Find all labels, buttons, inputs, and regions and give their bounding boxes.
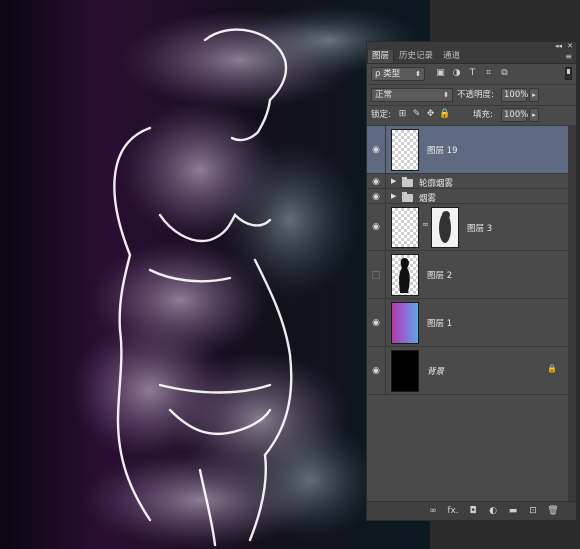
- layer-thumbnail: [391, 350, 419, 392]
- layer-name[interactable]: 图层 3: [467, 222, 492, 234]
- new-layer-icon[interactable]: ⊡: [527, 505, 539, 517]
- link-icon[interactable]: ∞: [422, 220, 429, 230]
- fill-label: 填充:: [473, 110, 493, 120]
- filter-type-select[interactable]: ρ 类型 ⬍: [371, 67, 425, 81]
- layer-mask-thumbnail[interactable]: [431, 207, 459, 248]
- layer-thumbnail: [391, 207, 419, 248]
- layer-row-2[interactable]: 图层 2: [367, 251, 568, 299]
- link-layers-icon[interactable]: ∞: [427, 505, 439, 517]
- eye-icon[interactable]: ◉: [370, 317, 382, 329]
- filter-toggle-switch[interactable]: [565, 67, 572, 80]
- layer-name[interactable]: 轮廓烟雾: [419, 177, 453, 189]
- panel-bottom-toolbar: ∞ fx. ◘ ◐ ▬ ⊡ 🗑: [367, 501, 576, 520]
- trash-icon[interactable]: 🗑: [547, 505, 559, 517]
- tab-history[interactable]: 历史记录: [395, 50, 437, 63]
- lock-position-icon[interactable]: ✥: [425, 109, 436, 120]
- adjustment-layer-icon[interactable]: ◐: [487, 505, 499, 517]
- figure-silhouette-shape: [399, 258, 410, 293]
- lock-row: 锁定: ⊞ ✎ ✥ 🔒 填充: 100% ▸: [367, 105, 576, 125]
- eye-icon[interactable]: ◉: [370, 221, 382, 233]
- smart-object-filter-icon[interactable]: ⧉: [499, 68, 510, 79]
- new-group-icon[interactable]: ▬: [507, 505, 519, 517]
- eye-icon[interactable]: ◉: [370, 144, 382, 156]
- layer-group-outline-smoke[interactable]: ◉ ▶ 轮廓烟雾: [367, 174, 568, 189]
- layer-group-smoke[interactable]: ◉ ▶ 烟雾: [367, 189, 568, 204]
- blend-row: 正常 ⬍ 不透明度: 100% ▸: [367, 85, 576, 105]
- folder-icon: [402, 177, 413, 187]
- layer-row-background[interactable]: ◉ 背景 🔒: [367, 347, 568, 395]
- eye-icon[interactable]: ◉: [370, 365, 382, 377]
- layer-thumbnail: [391, 254, 419, 296]
- lock-icon: 🔒: [547, 364, 557, 373]
- chevron-updown-icon: ⬍: [415, 70, 421, 78]
- filter-row: ρ 类型 ⬍ ▣ ◑ T ⌗ ⧉: [367, 64, 576, 84]
- lock-transparent-icon[interactable]: ⊞: [397, 109, 408, 120]
- add-mask-icon[interactable]: ◘: [467, 505, 479, 517]
- expand-arrow-icon[interactable]: ▶: [391, 177, 396, 185]
- eye-icon[interactable]: ◉: [370, 176, 382, 188]
- folder-icon: [402, 192, 413, 202]
- opacity-slider-button[interactable]: ▸: [529, 88, 539, 102]
- eye-icon[interactable]: ◉: [370, 191, 382, 203]
- lock-label: 锁定:: [371, 110, 391, 120]
- opacity-field[interactable]: 100%: [501, 88, 528, 102]
- blend-mode-select[interactable]: 正常 ⬍: [371, 88, 453, 102]
- expand-arrow-icon[interactable]: ▶: [391, 192, 396, 200]
- shape-filter-icon[interactable]: ⌗: [483, 68, 494, 79]
- layer-name[interactable]: 图层 1: [427, 317, 452, 329]
- fill-field[interactable]: 100%: [501, 108, 528, 122]
- collapse-panel-icon[interactable]: ◂◂: [555, 42, 562, 50]
- lock-image-icon[interactable]: ✎: [411, 109, 422, 120]
- fx-icon[interactable]: fx.: [447, 505, 459, 517]
- type-filter-icon[interactable]: T: [467, 68, 478, 79]
- panel-tabs: 图层 历史记录 通道 ≡: [367, 50, 576, 64]
- layer-thumbnail: [391, 302, 419, 344]
- figure-mask-shape: [439, 211, 451, 243]
- opacity-label: 不透明度:: [457, 90, 494, 100]
- lock-all-icon[interactable]: 🔒: [439, 109, 450, 120]
- fill-slider-button[interactable]: ▸: [529, 108, 539, 122]
- layer-name[interactable]: 图层 2: [427, 269, 452, 281]
- panel-title-bar[interactable]: ◂◂ ✕: [367, 42, 576, 50]
- layer-row-19[interactable]: ◉ 图层 19: [367, 126, 568, 174]
- visibility-empty-box[interactable]: [372, 271, 380, 279]
- chevron-updown-icon: ⬍: [443, 91, 449, 99]
- blend-mode-value: 正常: [375, 90, 393, 100]
- image-filter-icon[interactable]: ▣: [435, 68, 446, 79]
- layer-name[interactable]: 烟雾: [419, 192, 436, 204]
- adjustment-filter-icon[interactable]: ◑: [451, 68, 462, 79]
- close-panel-icon[interactable]: ✕: [567, 42, 573, 50]
- panel-menu-icon[interactable]: ≡: [565, 52, 572, 61]
- filter-type-label: ρ 类型: [375, 69, 401, 79]
- layer-name[interactable]: 图层 19: [427, 144, 458, 156]
- layer-thumbnail: [391, 129, 419, 171]
- layers-panel: ◂◂ ✕ 图层 历史记录 通道 ≡ ρ 类型 ⬍ ▣ ◑ T ⌗ ⧉ 正常 ⬍ …: [366, 41, 577, 521]
- layer-row-3[interactable]: ◉ ∞ 图层 3: [367, 204, 568, 251]
- layer-row-1[interactable]: ◉ 图层 1: [367, 299, 568, 347]
- layers-scrollbar[interactable]: [568, 126, 576, 501]
- layers-list: ◉ 图层 19 ◉ ▶ 轮廓烟雾 ◉ ▶ 烟雾 ◉ ∞ 图层 3 图层 2 ◉ …: [367, 126, 568, 501]
- layer-name[interactable]: 背景: [427, 365, 444, 377]
- tab-channels[interactable]: 通道: [439, 50, 464, 63]
- tab-layers[interactable]: 图层: [367, 50, 395, 63]
